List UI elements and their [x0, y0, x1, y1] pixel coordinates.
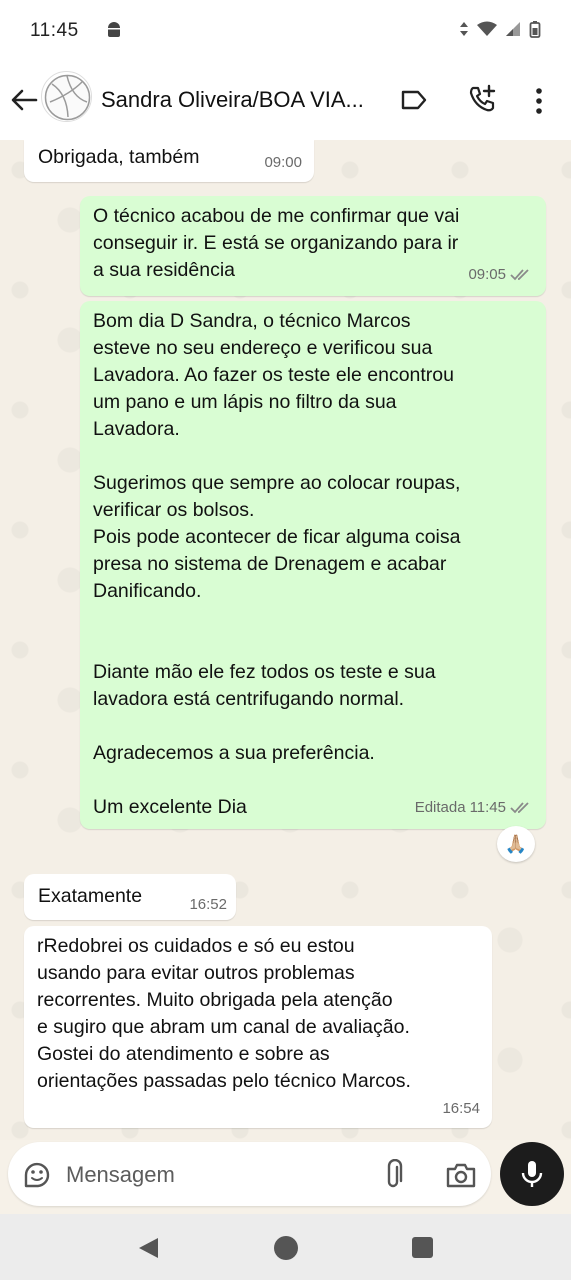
battery-icon: [529, 20, 541, 43]
attach-button[interactable]: [381, 1158, 405, 1191]
message-text: Bom dia D Sandra, o técnico Marcos estev…: [93, 310, 461, 818]
volleyball-avatar-icon: [44, 74, 91, 121]
message-meta: 09:05: [468, 261, 532, 288]
chat-header: Sandra Oliveira/BOA VIA...: [0, 62, 571, 140]
message-input[interactable]: [66, 1160, 366, 1190]
add-call-button[interactable]: [467, 84, 497, 114]
double-check-icon: [510, 801, 529, 813]
add-call-icon: [469, 84, 496, 112]
message-outgoing[interactable]: Bom dia D Sandra, o técnico Marcos estev…: [80, 301, 546, 829]
message-time: 16:54: [442, 1100, 480, 1117]
message-text: O técnico acabou de me confirmar que vai…: [93, 205, 460, 281]
message-meta: Editada 11:45: [415, 794, 532, 821]
triangle-back-icon: [139, 1238, 158, 1258]
message-time: 09:00: [264, 154, 302, 171]
praying-hands-emoji: 🙏🏼: [504, 833, 528, 854]
microphone-button[interactable]: [500, 1142, 564, 1206]
contact-name[interactable]: Sandra Oliveira/BOA VIA...: [101, 87, 386, 113]
label-tag-icon: [401, 90, 427, 110]
message-composer: [8, 1142, 491, 1206]
contact-avatar[interactable]: [41, 71, 92, 122]
signal-icon: [505, 21, 521, 42]
android-notification-icon: [105, 22, 123, 40]
message-meta: 16:54: [442, 1095, 480, 1122]
message-incoming[interactable]: Exatamente 16:52: [24, 874, 236, 920]
message-text: rRedobrei os cuidados e só eu estou usan…: [37, 935, 411, 1092]
emoji-sticker-icon: [24, 1162, 50, 1188]
message-text: Exatamente: [38, 885, 143, 907]
data-arrows-icon: [459, 21, 469, 42]
nav-recents-button[interactable]: [412, 1237, 433, 1258]
nav-home-button[interactable]: [274, 1236, 298, 1260]
microphone-icon: [521, 1161, 543, 1187]
message-meta: 16:52: [189, 891, 227, 918]
message-incoming[interactable]: Obrigada, também 09:00: [24, 140, 314, 182]
status-time: 11:45: [30, 20, 79, 41]
chat-area[interactable]: Obrigada, também 09:00 O técnico acabou …: [0, 140, 571, 1140]
camera-icon: [446, 1163, 476, 1188]
message-incoming[interactable]: rRedobrei os cuidados e só eu estou usan…: [24, 926, 492, 1128]
message-time: 09:05: [468, 266, 506, 283]
message-meta: 09:00: [264, 149, 302, 176]
label-button[interactable]: [400, 88, 428, 112]
paperclip-icon: [387, 1158, 403, 1188]
camera-button[interactable]: [445, 1161, 477, 1189]
nav-back-button[interactable]: [136, 1236, 160, 1260]
arrow-left-icon: [11, 89, 38, 111]
message-time: 11:45: [469, 799, 506, 816]
more-options-button[interactable]: [529, 86, 549, 116]
double-check-icon: [510, 268, 529, 280]
message-text: Obrigada, também: [38, 146, 200, 168]
message-outgoing[interactable]: O técnico acabou de me confirmar que vai…: [80, 196, 546, 296]
message-reaction[interactable]: 🙏🏼: [497, 826, 535, 862]
system-navigation-bar: [0, 1214, 571, 1280]
status-bar: 11:45: [0, 0, 571, 62]
edited-label: Editada: [414, 799, 466, 816]
wifi-icon: [477, 21, 497, 42]
message-time: 16:52: [189, 896, 227, 913]
status-icons: [459, 20, 541, 43]
back-button[interactable]: [10, 86, 38, 114]
more-vertical-icon: [536, 88, 542, 114]
emoji-button[interactable]: [22, 1160, 52, 1190]
